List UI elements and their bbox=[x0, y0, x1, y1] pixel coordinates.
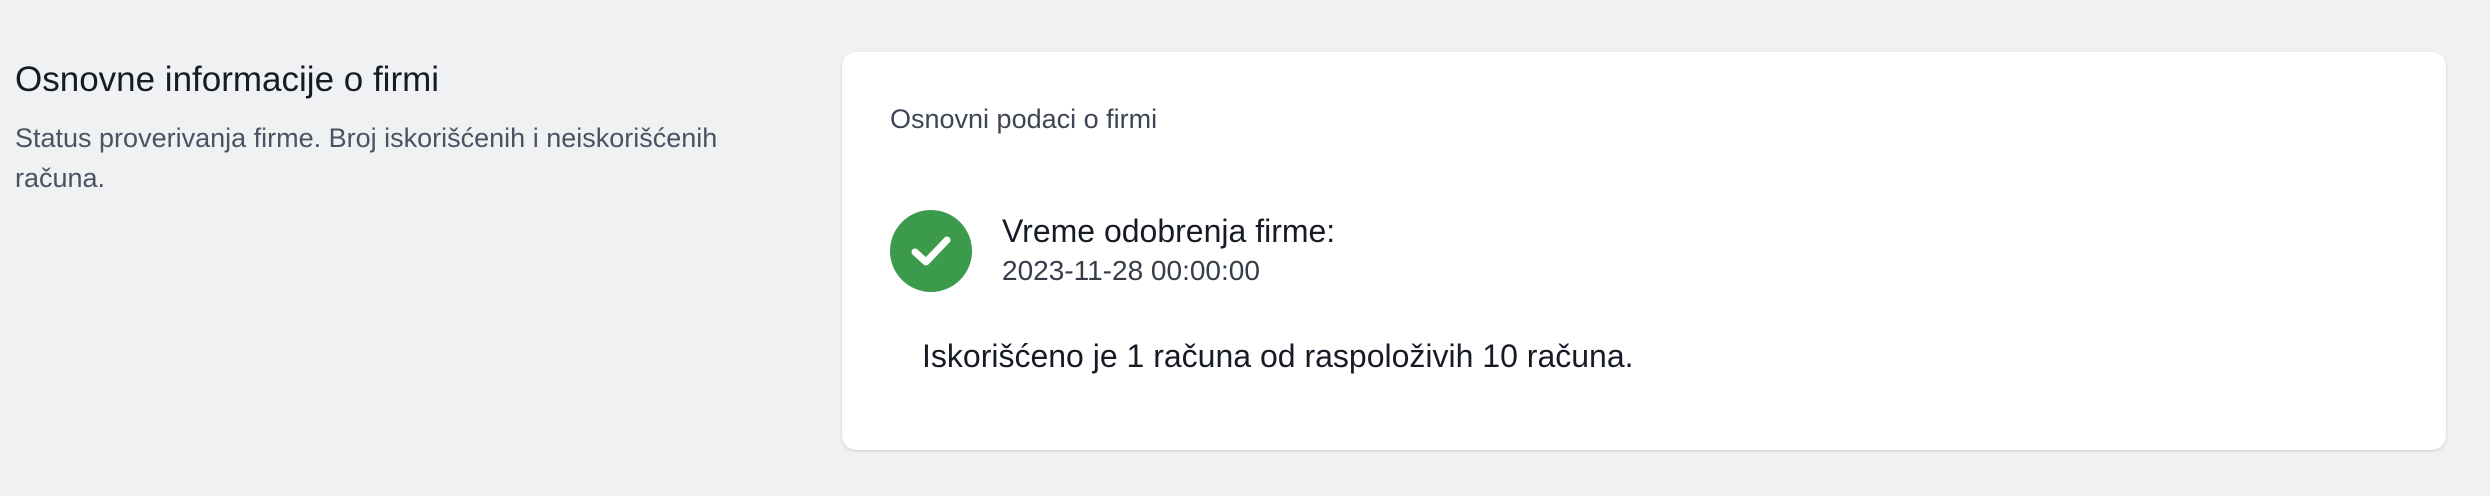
company-info-card: Osnovni podaci o firmi Vreme odobrenja f… bbox=[842, 52, 2446, 450]
section-title: Osnovne informacije o firmi bbox=[15, 60, 440, 99]
approval-timestamp: 2023-11-28 00:00:00 bbox=[1002, 255, 1260, 286]
invoice-usage-text: Iskorišćeno je 1 računa od raspoloživih … bbox=[922, 338, 1634, 374]
section-info: Osnovne informacije o firmi Status prove… bbox=[15, 58, 785, 198]
card-title: Osnovni podaci o firmi bbox=[890, 104, 1158, 134]
approval-status-text: Vreme odobrenja firme: 2023-11-28 00:00:… bbox=[1002, 211, 1335, 291]
page: Osnovne informacije o firmi Status prove… bbox=[0, 0, 2490, 496]
check-circle-icon bbox=[890, 210, 972, 292]
approval-status: Vreme odobrenja firme: 2023-11-28 00:00:… bbox=[890, 210, 1335, 292]
approval-label: Vreme odobrenja firme: bbox=[1002, 213, 1336, 249]
section-description: Status proverivanja firme. Broj iskorišć… bbox=[15, 123, 718, 193]
checkmark-icon bbox=[911, 236, 951, 266]
